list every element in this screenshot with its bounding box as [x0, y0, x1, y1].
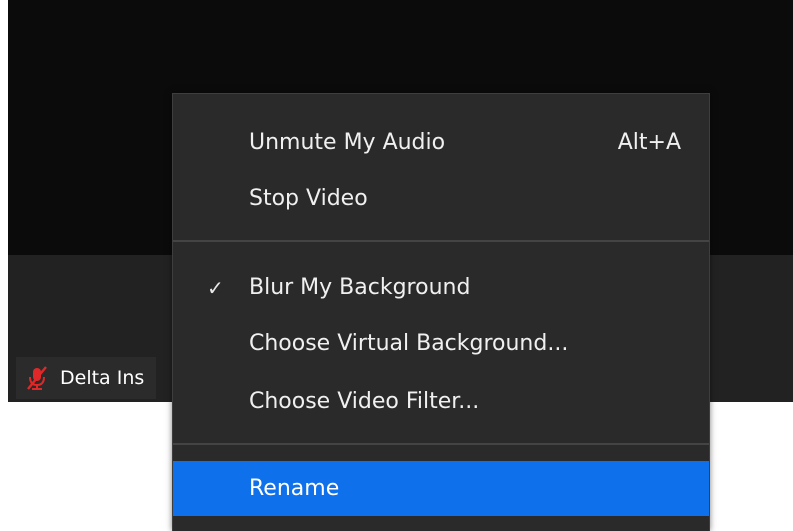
- menu-item-label: Stop Video: [249, 186, 368, 211]
- menu-item-unmute-audio[interactable]: Unmute My Audio Alt+A: [173, 115, 709, 170]
- menu-item-choose-video-filter[interactable]: Choose Video Filter...: [173, 374, 709, 429]
- menu-item-label: Unmute My Audio: [249, 130, 446, 155]
- menu-item-label: Choose Virtual Background...: [249, 331, 569, 356]
- menu-item-label: Blur My Background: [249, 275, 471, 300]
- participant-name: Delta Ins: [60, 367, 145, 389]
- menu-item-choose-virtual-background[interactable]: Choose Virtual Background...: [173, 316, 709, 371]
- mic-muted-icon: [24, 365, 50, 391]
- menu-item-rename[interactable]: Rename: [173, 461, 709, 516]
- participant-context-menu: Unmute My Audio Alt+A Stop Video ✓ Blur …: [172, 93, 710, 531]
- menu-item-blur-background[interactable]: ✓ Blur My Background: [173, 260, 709, 315]
- menu-item-label: Choose Video Filter...: [249, 389, 480, 414]
- menu-item-label: Rename: [249, 476, 340, 501]
- menu-item-shortcut: Alt+A: [617, 130, 681, 155]
- menu-item-stop-video[interactable]: Stop Video: [173, 171, 709, 226]
- participant-name-tag: Delta Ins: [16, 357, 157, 399]
- menu-separator: [173, 240, 709, 242]
- checkmark-icon: ✓: [207, 275, 224, 300]
- menu-separator: [173, 443, 709, 445]
